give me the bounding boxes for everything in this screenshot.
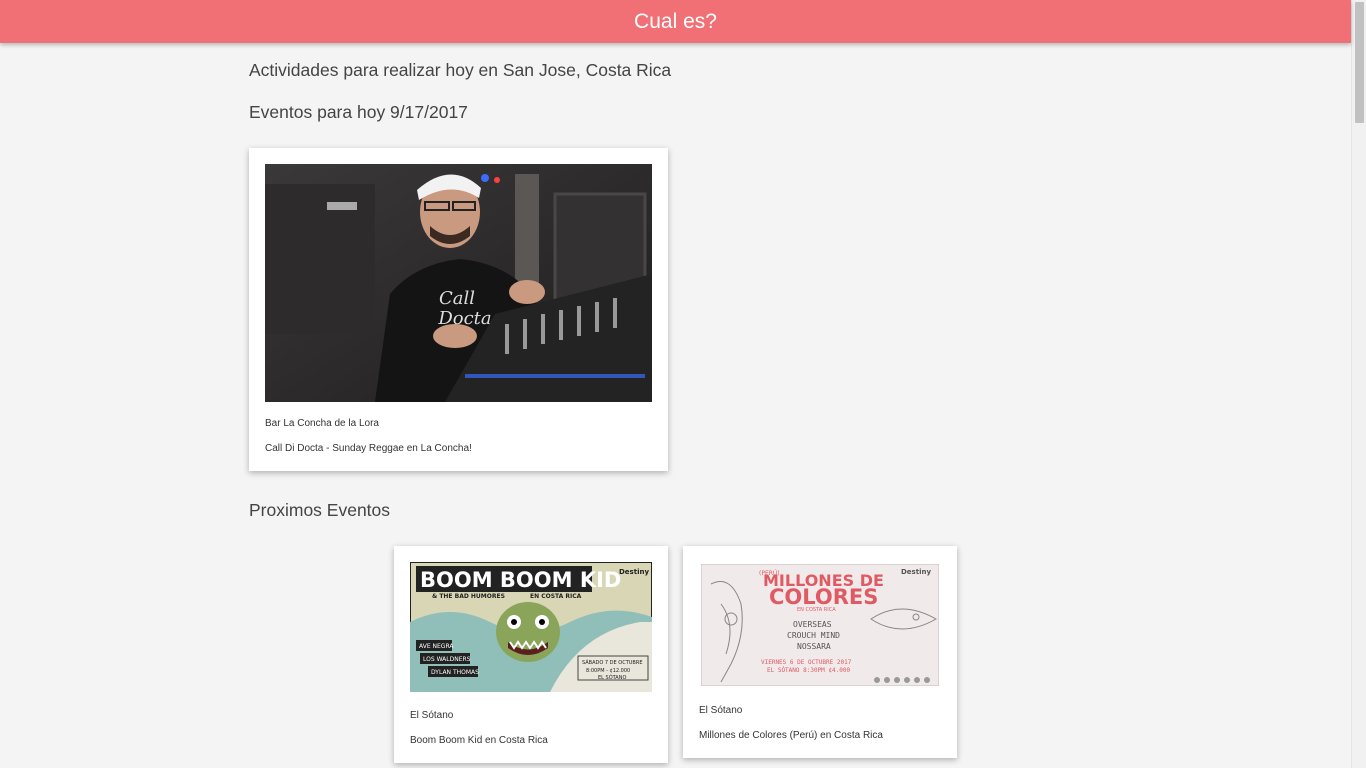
page-scrollbar[interactable] bbox=[1351, 0, 1366, 768]
poster-place: EL SÓTANO bbox=[598, 674, 626, 681]
poster-act: AVE NEGRA bbox=[419, 643, 454, 650]
activities-heading: Actividades para realizar hoy en San Jos… bbox=[249, 60, 672, 80]
poster-act: DYLAN THOMAS bbox=[431, 669, 479, 676]
app-header: Cual es? bbox=[0, 0, 1351, 43]
poster-region: EN COSTA RICA bbox=[530, 593, 582, 600]
poster-act: LOS WALDNERS bbox=[423, 656, 471, 663]
poster-act: NOSSARA bbox=[797, 642, 831, 651]
svg-text:Call: Call bbox=[439, 288, 475, 309]
event-poster[interactable]: BOOM BOOM KID & THE BAD HUMORES EN COSTA… bbox=[410, 562, 652, 692]
poster-brand: Destiny bbox=[901, 568, 931, 576]
event-venue: El Sótano bbox=[410, 710, 454, 721]
event-photo[interactable]: Call Docta bbox=[265, 164, 652, 402]
poster-headline: COLORES bbox=[769, 585, 878, 609]
millones-de-colores-poster-icon: (PERÚ) Destiny MILLONES DE COLORES EN CO… bbox=[701, 564, 939, 686]
today-events-heading: Eventos para hoy 9/17/2017 bbox=[249, 102, 468, 122]
poster-place: EL SÓTANO 8:30PM ¢4.000 bbox=[767, 667, 850, 674]
event-card-millones-de-colores[interactable]: (PERÚ) Destiny MILLONES DE COLORES EN CO… bbox=[683, 546, 957, 758]
poster-brand: Destiny bbox=[619, 568, 649, 576]
event-title[interactable]: Boom Boom Kid en Costa Rica bbox=[410, 735, 548, 746]
event-title[interactable]: Millones de Colores (Perú) en Costa Rica bbox=[699, 730, 883, 741]
event-venue: Bar La Concha de la Lora bbox=[265, 418, 379, 429]
poster-act: CROUCH MIND bbox=[787, 631, 840, 640]
poster-act: OVERSEAS bbox=[793, 620, 832, 629]
poster-region: EN COSTA RICA bbox=[797, 607, 836, 613]
dj-photo-icon: Call Docta bbox=[265, 164, 652, 402]
poster-subline: & THE BAD HUMORES bbox=[432, 593, 505, 600]
poster-headline: BOOM BOOM KID bbox=[420, 568, 621, 592]
event-title[interactable]: Call Di Docta - Sunday Reggae en La Conc… bbox=[265, 443, 472, 454]
poster-time-price: 8:00PM - ¢12.000 bbox=[586, 668, 630, 674]
app-title[interactable]: Cual es? bbox=[634, 10, 717, 34]
event-card-boom-boom-kid[interactable]: BOOM BOOM KID & THE BAD HUMORES EN COSTA… bbox=[394, 546, 668, 763]
event-poster[interactable]: (PERÚ) Destiny MILLONES DE COLORES EN CO… bbox=[701, 564, 939, 686]
poster-date: VIERNES 6 DE OCTUBRE 2017 bbox=[761, 659, 852, 666]
boom-boom-kid-poster-icon: BOOM BOOM KID & THE BAD HUMORES EN COSTA… bbox=[410, 562, 652, 692]
upcoming-events-heading: Proximos Eventos bbox=[249, 500, 391, 520]
poster-date: SÁBADO 7 DE OCTUBRE bbox=[582, 659, 643, 666]
event-venue: El Sótano bbox=[699, 705, 743, 716]
scrollbar-thumb[interactable] bbox=[1355, 2, 1364, 123]
event-card-today[interactable]: Call Docta Bar La Concha de la Lora Call… bbox=[249, 148, 668, 471]
